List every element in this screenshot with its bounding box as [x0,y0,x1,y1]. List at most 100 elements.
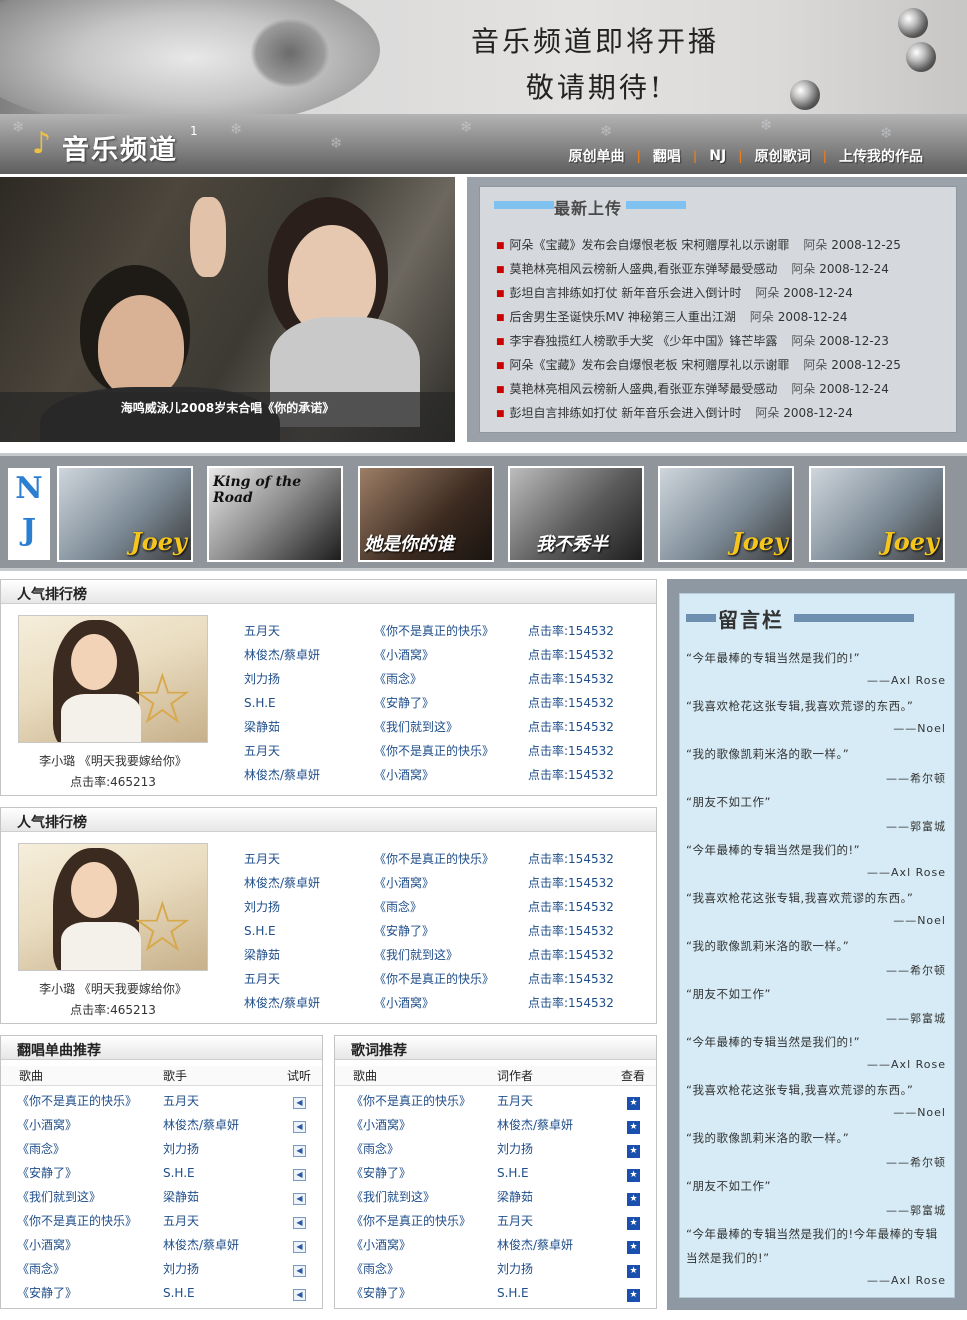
nj-thumb[interactable]: Joey [809,466,945,562]
hero-photo[interactable]: 海鸣威泳儿2008岁末合唱《你的承诺》 [0,177,455,442]
lyricist-link[interactable]: 五月天 [497,1209,533,1233]
nav-link-nj[interactable]: NJ [709,148,726,164]
star-view-icon[interactable]: ★ [627,1113,640,1137]
song-link[interactable]: 《小酒窝》 [374,763,494,787]
speaker-icon[interactable]: ◀ [293,1209,306,1233]
song-link[interactable]: 《你不是真正的快乐》 [351,1209,471,1233]
artist-link[interactable]: 梁静茹 [163,1185,199,1209]
news-title[interactable]: 彭坦自言排练如打仗 新年音乐会进入倒计时 [510,406,742,420]
song-link[interactable]: 《你不是真正的快乐》 [374,967,494,991]
song-link[interactable]: 《小酒窝》 [17,1233,77,1257]
artist-link[interactable]: 林俊杰/蔡卓妍 [244,871,320,895]
news-title[interactable]: 阿朵《宝藏》发布会自爆恨老板 宋柯赠厚礼以示谢罪 [510,358,790,372]
song-link[interactable]: 《雨念》 [17,1137,65,1161]
song-link[interactable]: 《安静了》 [351,1161,411,1185]
nav-link-original-lyrics[interactable]: 原创歌词 [755,146,811,166]
song-link[interactable]: 《小酒窝》 [374,991,494,1015]
list-item[interactable]: ■ 彭坦自言排练如打仗 新年音乐会进入倒计时 阿朵 2008-12-24 [496,281,956,305]
song-link[interactable]: 《你不是真正的快乐》 [351,1089,471,1113]
song-link[interactable]: 《雨念》 [351,1137,399,1161]
list-item[interactable]: ■ 李宇春独揽红人榜歌手大奖 《少年中国》锋芒毕露 阿朵 2008-12-23 [496,329,956,353]
star-view-icon[interactable]: ★ [627,1137,640,1161]
speaker-icon[interactable]: ◀ [293,1233,306,1257]
lyricist-link[interactable]: 梁静茹 [497,1185,533,1209]
artist-link[interactable]: 林俊杰/蔡卓妍 [163,1233,239,1257]
song-link[interactable]: 《你不是真正的快乐》 [374,739,494,763]
artist-link[interactable]: 梁静茹 [244,715,320,739]
star-view-icon[interactable]: ★ [627,1161,640,1185]
star-view-icon[interactable]: ★ [627,1185,640,1209]
speaker-icon[interactable]: ◀ [293,1113,306,1137]
nj-thumb[interactable]: Joey [57,466,193,562]
artist-link[interactable]: S.H.E [163,1281,195,1305]
song-link[interactable]: 《你不是真正的快乐》 [17,1209,137,1233]
list-item[interactable]: ■ 阿朵《宝藏》发布会自爆恨老板 宋柯赠厚礼以示谢罪 阿朵 2008-12-25 [496,233,956,257]
song-link[interactable]: 《我们就到这》 [374,715,494,739]
artist-link[interactable]: 梁静茹 [244,943,320,967]
song-link[interactable]: 《安静了》 [17,1281,77,1305]
nj-thumb[interactable]: 我不秀半 [508,466,644,562]
star-view-icon[interactable]: ★ [627,1281,640,1305]
star-view-icon[interactable]: ★ [627,1233,640,1257]
news-title[interactable]: 莫艳林亮相风云榜新人盛典,看张亚东弹琴最受感动 [510,262,778,276]
nav-link-original-single[interactable]: 原创单曲 [569,146,625,166]
star-view-icon[interactable]: ★ [627,1089,640,1113]
lyricist-link[interactable]: 林俊杰/蔡卓妍 [497,1233,573,1257]
lyricist-link[interactable]: 刘力扬 [497,1137,533,1161]
song-link[interactable]: 《我们就到这》 [351,1185,435,1209]
lyricist-link[interactable]: S.H.E [497,1161,529,1185]
list-item[interactable]: ■ 后舍男生圣诞快乐MV 神秘第三人重出江湖 阿朵 2008-12-24 [496,305,956,329]
artist-link[interactable]: 五月天 [244,967,320,991]
news-title[interactable]: 李宇春独揽红人榜歌手大奖 《少年中国》锋芒毕露 [510,334,778,348]
artist-link[interactable]: 五月天 [163,1209,199,1233]
channel-logo[interactable]: 音乐频道 [62,128,178,167]
artist-link[interactable]: 林俊杰/蔡卓妍 [244,991,320,1015]
lyricist-link[interactable]: S.H.E [497,1281,529,1305]
featured-artist-photo[interactable]: ☆ [18,843,208,971]
artist-link[interactable]: S.H.E [244,919,320,943]
lyricist-link[interactable]: 林俊杰/蔡卓妍 [497,1113,573,1137]
star-view-icon[interactable]: ★ [627,1209,640,1233]
speaker-icon[interactable]: ◀ [293,1137,306,1161]
song-link[interactable]: 《雨念》 [374,895,494,919]
song-link[interactable]: 《你不是真正的快乐》 [374,619,494,643]
nj-thumb[interactable]: King of the Road [207,466,343,562]
song-link[interactable]: 《我们就到这》 [17,1185,101,1209]
lyricist-link[interactable]: 刘力扬 [497,1257,533,1281]
song-link[interactable]: 《小酒窝》 [351,1233,411,1257]
artist-link[interactable]: 五月天 [244,739,320,763]
artist-link[interactable]: 林俊杰/蔡卓妍 [244,643,320,667]
nj-thumb[interactable]: Joey [658,466,794,562]
artist-link[interactable]: 五月天 [244,619,320,643]
nav-link-upload[interactable]: 上传我的作品 [839,146,923,166]
artist-link[interactable]: 刘力扬 [244,895,320,919]
song-link[interactable]: 《小酒窝》 [374,643,494,667]
news-title[interactable]: 莫艳林亮相风云榜新人盛典,看张亚东弹琴最受感动 [510,382,778,396]
speaker-icon[interactable]: ◀ [293,1185,306,1209]
list-item[interactable]: ■ 彭坦自言排练如打仗 新年音乐会进入倒计时 阿朵 2008-12-24 [496,401,956,425]
song-link[interactable]: 《你不是真正的快乐》 [374,847,494,871]
song-link[interactable]: 《雨念》 [351,1257,399,1281]
artist-link[interactable]: 林俊杰/蔡卓妍 [163,1113,239,1137]
song-link[interactable]: 《安静了》 [374,919,494,943]
song-link[interactable]: 《小酒窝》 [374,871,494,895]
song-link[interactable]: 《雨念》 [17,1257,65,1281]
news-title[interactable]: 彭坦自言排练如打仗 新年音乐会进入倒计时 [510,286,742,300]
speaker-icon[interactable]: ◀ [293,1161,306,1185]
artist-link[interactable]: S.H.E [163,1161,195,1185]
nj-thumb[interactable]: 她是你的谁 [358,466,494,562]
news-title[interactable]: 阿朵《宝藏》发布会自爆恨老板 宋柯赠厚礼以示谢罪 [510,238,790,252]
song-link[interactable]: 《小酒窝》 [17,1113,77,1137]
nj-label[interactable]: NJ [8,468,50,560]
lyricist-link[interactable]: 五月天 [497,1089,533,1113]
artist-link[interactable]: 刘力扬 [163,1137,199,1161]
artist-link[interactable]: 林俊杰/蔡卓妍 [244,763,320,787]
song-link[interactable]: 《我们就到这》 [374,943,494,967]
list-item[interactable]: ■ 莫艳林亮相风云榜新人盛典,看张亚东弹琴最受感动 阿朵 2008-12-24 [496,257,956,281]
artist-link[interactable]: 五月天 [244,847,320,871]
featured-artist-photo[interactable]: ☆ [18,615,208,743]
list-item[interactable]: ■ 莫艳林亮相风云榜新人盛典,看张亚东弹琴最受感动 阿朵 2008-12-24 [496,377,956,401]
featured-caption[interactable]: 李小璐 《明天我要嫁给你》 [18,752,208,769]
artist-link[interactable]: 五月天 [163,1089,199,1113]
star-view-icon[interactable]: ★ [627,1257,640,1281]
